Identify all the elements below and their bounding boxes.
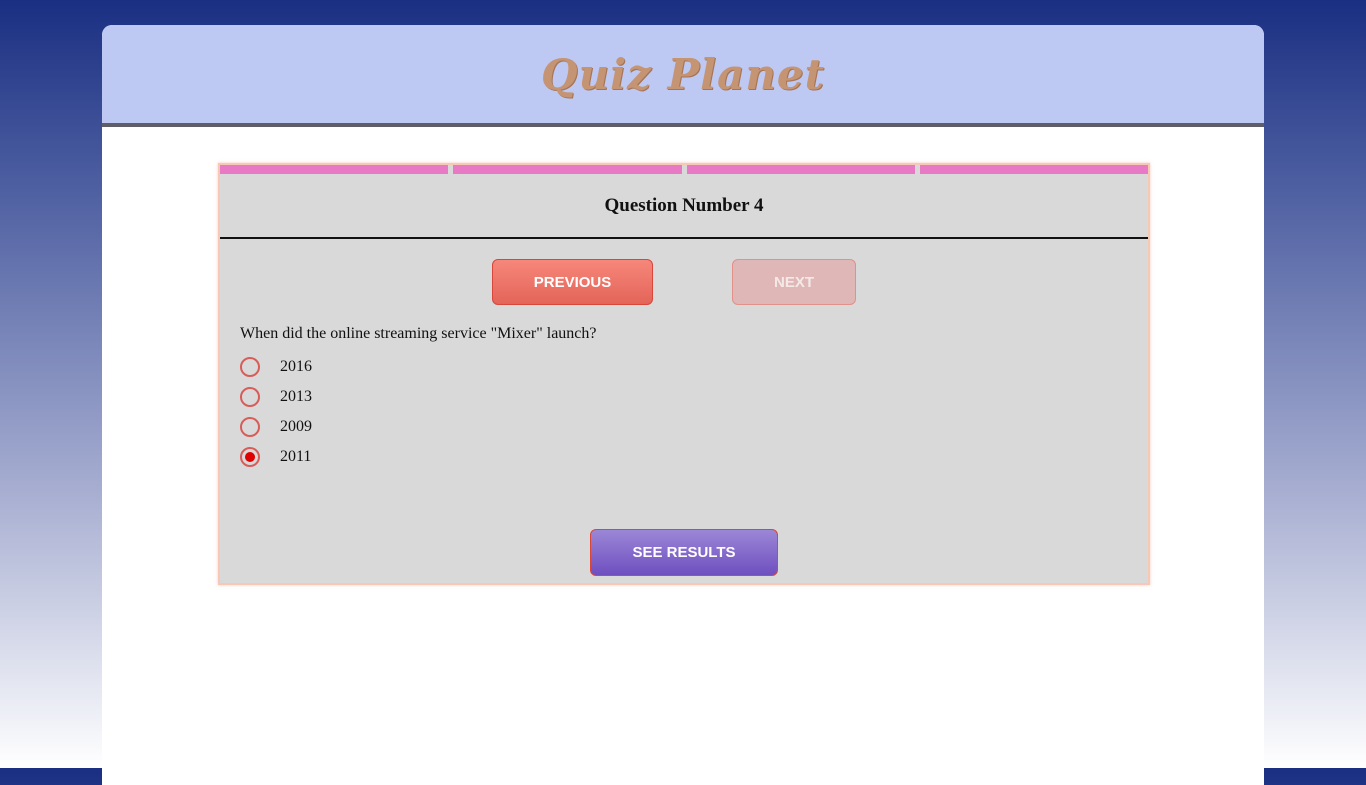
answer-label: 2009 [280, 418, 312, 435]
answer-option[interactable]: 2009 [240, 412, 312, 442]
answer-option[interactable]: 2013 [240, 382, 312, 412]
quiz-card: Question Number 4 PREVIOUS NEXT When did… [218, 163, 1150, 585]
progress-bar [220, 165, 1148, 174]
navigation-row: PREVIOUS NEXT [220, 239, 1148, 329]
previous-button[interactable]: PREVIOUS [492, 259, 653, 305]
radio-button[interactable] [240, 387, 260, 407]
see-results-button[interactable]: SEE RESULTS [590, 529, 778, 576]
radio-button[interactable] [240, 417, 260, 437]
progress-segment [919, 165, 1148, 174]
answer-option[interactable]: 2016 [240, 352, 312, 382]
question-title: Question Number 4 [604, 194, 764, 216]
question-text: When did the online streaming service "M… [240, 325, 597, 342]
radio-button[interactable] [240, 357, 260, 377]
page-container: Quiz Planet Question Number 4 PREVIOUS N… [102, 25, 1264, 785]
answer-option[interactable]: 2011 [240, 442, 312, 472]
answer-label: 2013 [280, 388, 312, 405]
radio-button[interactable] [240, 447, 260, 467]
site-logo: Quiz Planet [541, 49, 825, 99]
progress-segment [686, 165, 915, 174]
next-button[interactable]: NEXT [732, 259, 856, 305]
header-banner: Quiz Planet [102, 25, 1264, 127]
answer-label: 2011 [280, 448, 312, 465]
progress-segment [453, 165, 682, 174]
question-header: Question Number 4 [220, 174, 1148, 239]
progress-segment [220, 165, 449, 174]
answer-options: 2016 2013 2009 2011 [240, 352, 312, 472]
answer-label: 2016 [280, 358, 312, 375]
